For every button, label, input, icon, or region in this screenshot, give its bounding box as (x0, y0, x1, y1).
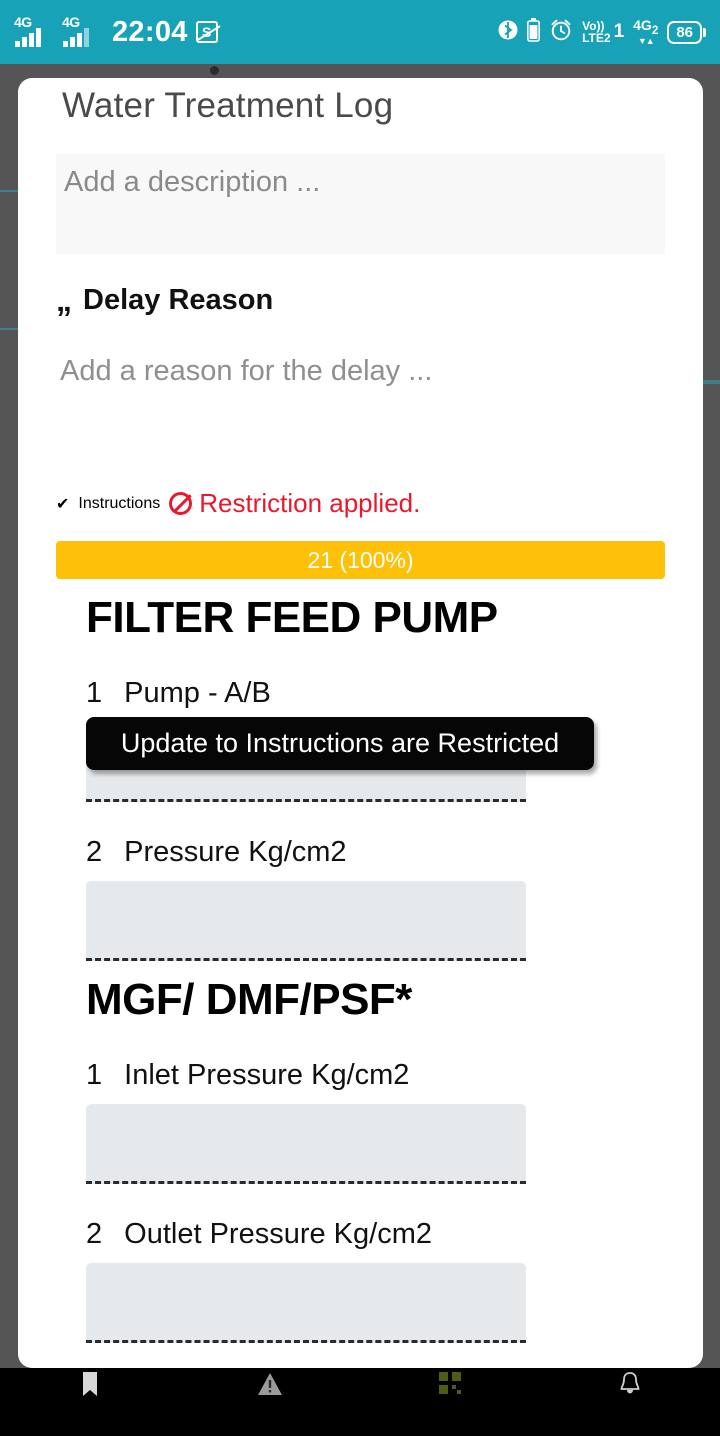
item-number: 1 (86, 677, 103, 709)
data-label: 4G (633, 17, 652, 34)
instructions-heading: ✔ Instructions Restriction applied. (18, 388, 703, 519)
mobile-data-icon: 4G2 ▼▲ (633, 18, 658, 45)
battery-percent-text: 86 (667, 20, 702, 44)
progress-label: 21 (100%) (307, 546, 414, 573)
volte-sim-number: 1 (613, 21, 625, 42)
instruction-item: 2 Pressure Kg/cm2 (18, 802, 703, 961)
page-title: Water Treatment Log (62, 86, 394, 125)
bookmark-icon (83, 1372, 97, 1396)
warning-triangle-icon (258, 1373, 282, 1395)
status-clock: 22:04 (112, 15, 188, 48)
item-text: Inlet Pressure Kg/cm2 (124, 1059, 410, 1091)
status-bar: 4G 4G 22:04 S Vo)) LTE2 1 4G2 ▼▲ 86 (0, 0, 720, 64)
instruction-item-label: 2 Outlet Pressure Kg/cm2 (86, 1218, 703, 1251)
delay-reason-heading: „ Delay Reason (18, 254, 703, 317)
delay-reason-label: Delay Reason (83, 284, 274, 316)
item-text: Pump - A/B (124, 677, 271, 709)
bell-icon (620, 1372, 640, 1394)
alarm-icon (549, 18, 573, 46)
nav-qr[interactable] (360, 1371, 540, 1395)
item-value-input[interactable] (86, 1263, 526, 1343)
background-panel-left (0, 190, 20, 330)
instructions-label: Instructions (78, 494, 161, 512)
battery-icon (527, 18, 541, 46)
quote-icon: „ (56, 281, 72, 318)
item-value-input[interactable] (86, 1104, 526, 1184)
bottom-navigation-bar (0, 1368, 720, 1436)
instructions-progress-bar: 21 (100%) (56, 541, 665, 579)
description-input[interactable]: Add a description ... (56, 154, 665, 254)
screenshot-icon: S (195, 21, 218, 43)
data-arrows: ▼▲ (637, 35, 655, 46)
battery-percent-badge: 86 (667, 20, 706, 44)
signal-icon-sim1: 4G (14, 14, 54, 49)
qr-code-icon (439, 1372, 461, 1394)
nav-bell[interactable] (540, 1371, 720, 1399)
instruction-item: 2 Outlet Pressure Kg/cm2 (18, 1184, 703, 1343)
instruction-item-label: 1 Inlet Pressure Kg/cm2 (86, 1059, 703, 1092)
no-entry-icon (169, 492, 193, 515)
item-number: 2 (86, 836, 103, 868)
group-title: MGF/ DMF/PSF* (86, 975, 412, 1024)
restriction-tooltip: Update to Instructions are Restricted (86, 717, 594, 770)
restriction-badge: Restriction applied. (169, 488, 420, 519)
description-placeholder: Add a description ... (64, 166, 321, 198)
instruction-item-label: 1 Pump - A/B (86, 677, 703, 710)
group-title: FILTER FEED PUMP (86, 593, 498, 642)
lte-label: LTE2 (582, 31, 611, 45)
item-text: Pressure Kg/cm2 (124, 836, 347, 868)
bluetooth-icon (498, 18, 518, 46)
tooltip-text: Update to Instructions are Restricted (120, 728, 560, 758)
check-icon: ✔ (56, 495, 70, 513)
item-number: 2 (86, 1218, 103, 1250)
item-value-input[interactable] (86, 881, 526, 961)
item-text: Outlet Pressure Kg/cm2 (124, 1218, 432, 1250)
phone-screen: 4G 4G 22:04 S Vo)) LTE2 1 4G2 ▼▲ 86 Wate… (0, 0, 720, 1436)
item-number: 1 (86, 1059, 103, 1091)
instruction-item-label: 2 Pressure Kg/cm2 (86, 836, 703, 869)
signal-icon-sim2: 4G (62, 14, 102, 49)
volte-indicator: Vo)) LTE2 1 (582, 20, 624, 44)
nav-warning[interactable] (180, 1371, 360, 1397)
nav-bookmark[interactable] (0, 1371, 180, 1399)
delay-reason-input[interactable]: Add a reason for the delay ... (18, 317, 703, 388)
instruction-item: 1 Inlet Pressure Kg/cm2 (18, 1025, 703, 1184)
background-dot-top (210, 66, 219, 75)
restriction-text: Restriction applied. (199, 488, 421, 518)
